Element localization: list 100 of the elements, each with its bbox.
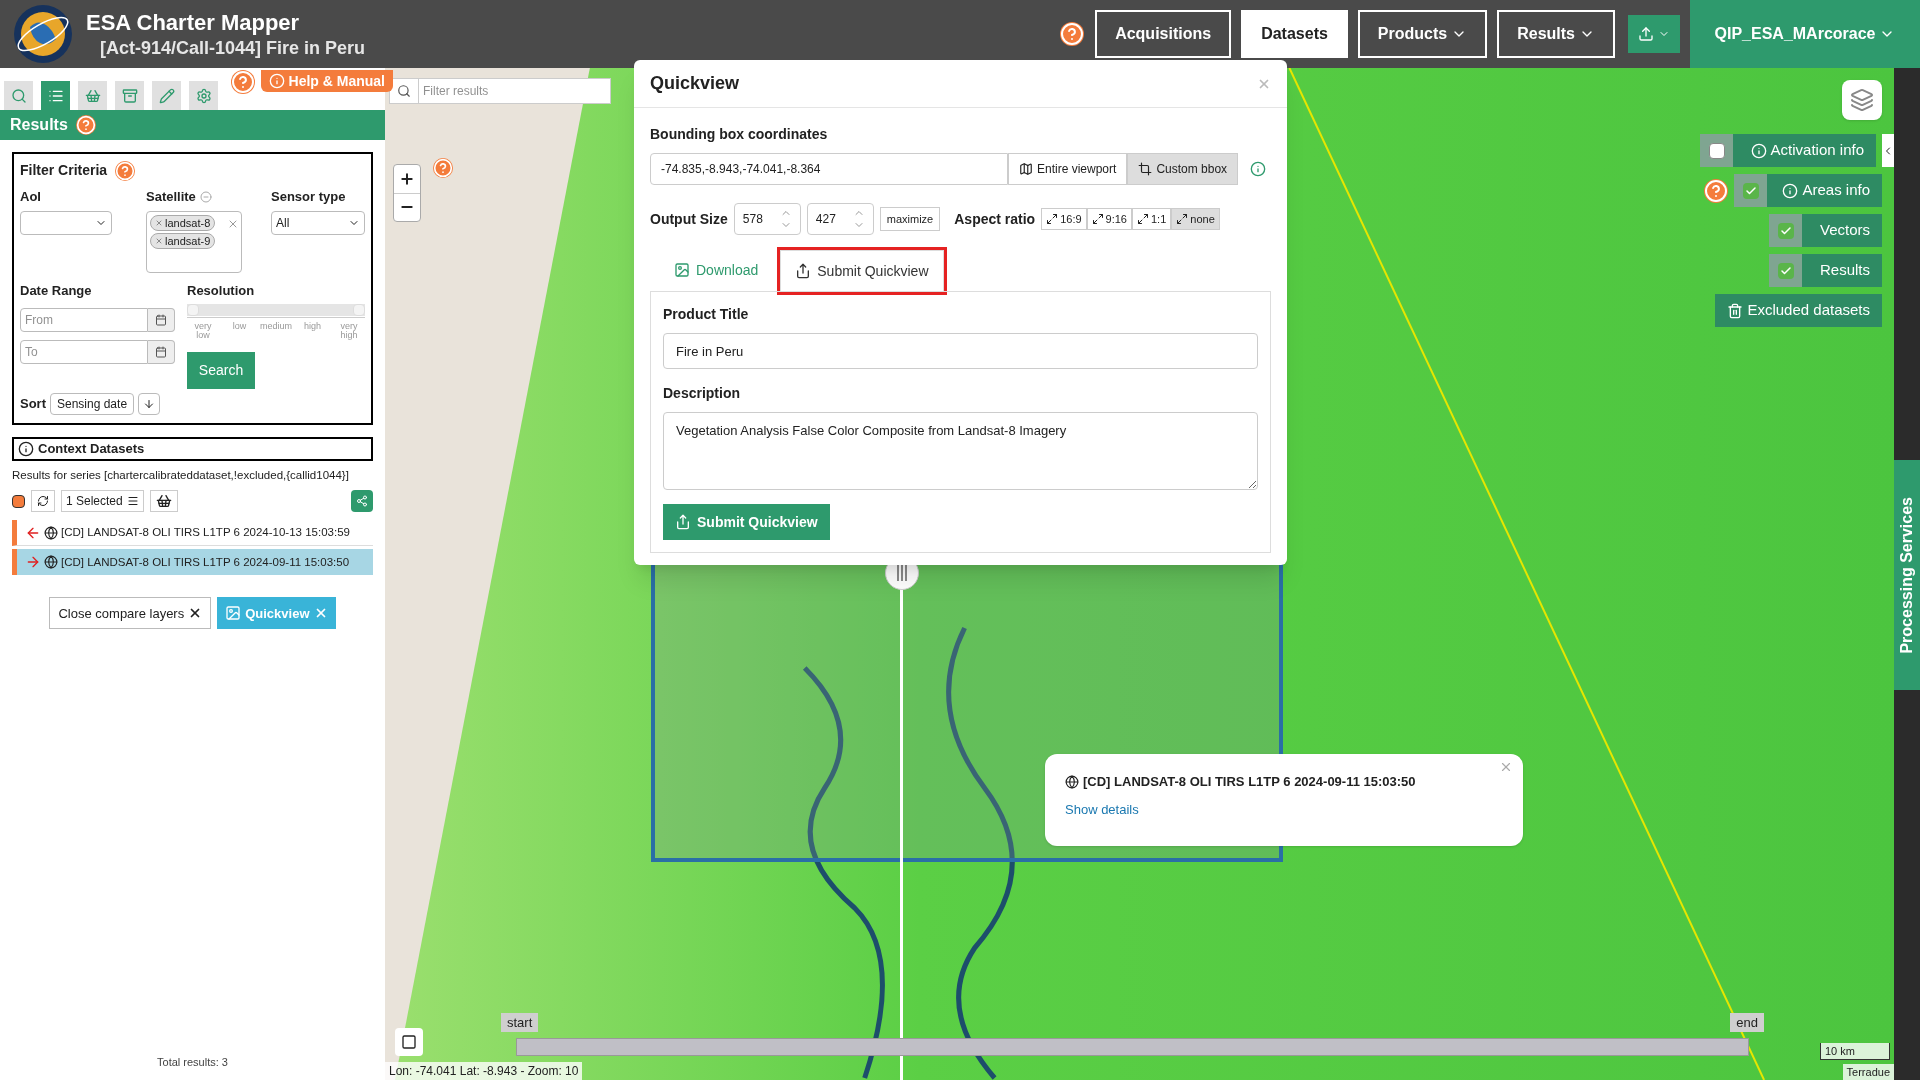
remove-icon[interactable] — [155, 236, 163, 245]
add-to-basket-button[interactable] — [149, 490, 178, 513]
field-label: Bounding box coordinates — [650, 125, 829, 144]
remove-icon[interactable] — [155, 218, 163, 227]
info-icon — [268, 73, 285, 89]
aspect-ratio-button[interactable]: 16:9 — [1041, 208, 1087, 230]
trash-icon — [1727, 302, 1744, 319]
field-label: Product Title — [663, 305, 750, 324]
info-icon[interactable] — [1250, 161, 1267, 177]
aoi-select[interactable] — [20, 210, 112, 235]
nav-button[interactable]: Acquisitions — [1095, 10, 1232, 58]
layer-toggle-button[interactable]: Results — [1802, 254, 1882, 287]
aspect-ratio-button[interactable]: none — [1171, 208, 1220, 230]
sidebar-tab[interactable] — [189, 81, 218, 110]
sidebar-tab[interactable] — [41, 81, 70, 110]
collapse-tab[interactable] — [1882, 134, 1894, 167]
date-field[interactable]: From — [20, 308, 148, 332]
sidebar-tab[interactable] — [152, 81, 181, 110]
timeline-bar[interactable] — [516, 1038, 1749, 1056]
layer-toggle-button[interactable]: Areas info — [1767, 174, 1882, 207]
slider-tick-label: medium — [260, 322, 292, 333]
submit-quickview-button[interactable]: Submit Quickview — [663, 504, 830, 540]
field-label: Description — [663, 384, 741, 403]
search-button[interactable]: Search — [187, 352, 255, 389]
number-field[interactable]: 578 — [733, 203, 801, 235]
refresh-button[interactable] — [31, 490, 55, 513]
layer-checkbox[interactable] — [1708, 142, 1725, 159]
layers-button[interactable] — [1842, 80, 1882, 120]
search-filter-field[interactable]: Filter results — [419, 78, 611, 104]
app-title: ESA Charter Mapper — [86, 9, 301, 37]
sidebar-tab[interactable] — [115, 81, 144, 110]
sort-select[interactable]: Sensing date — [50, 393, 135, 415]
layer-checkbox[interactable] — [1777, 222, 1794, 239]
close-compare-button[interactable]: Close compare layers — [49, 597, 212, 630]
slider-tick-label: high — [303, 322, 322, 333]
resize-icon — [1091, 213, 1104, 225]
dataset-row[interactable]: [CD] LANDSAT-8 OLI TIRS L1TP 6 2024-09-11 15:03:50 — [12, 549, 373, 576]
select-all-checkbox[interactable] — [12, 494, 25, 508]
resize-icon — [1137, 213, 1149, 225]
field-label: Sensor type — [271, 188, 347, 206]
bbox-mode-button[interactable]: Custom bbox — [1127, 153, 1239, 185]
description-field[interactable]: Vegetation Analysis False Color Composite from Landsat-8 Imagery — [663, 412, 1258, 490]
dataset-row[interactable]: [CD] LANDSAT-8 OLI TIRS L1TP 6 2024-10-13 15:03:59 — [12, 520, 373, 547]
processing-services-tab[interactable]: Processing Services — [1894, 460, 1920, 690]
close-icon[interactable] — [1499, 760, 1513, 774]
layer-checkbox[interactable] — [1777, 262, 1794, 279]
layer-checkbox[interactable] — [1742, 182, 1759, 199]
satellite-tag[interactable]: landsat-8 — [150, 214, 216, 231]
calendar-button[interactable] — [148, 340, 175, 364]
aspect-ratio-button[interactable]: 9:16 — [1086, 208, 1132, 230]
upload-button[interactable] — [1628, 15, 1680, 53]
image-icon — [225, 605, 242, 622]
show-details-link[interactable]: Show details — [1065, 799, 1139, 819]
calendar-button[interactable] — [148, 308, 175, 332]
aspect-ratio-button[interactable]: 1:1 — [1132, 208, 1172, 230]
nav-button[interactable]: Datasets — [1241, 10, 1348, 58]
help-icon[interactable] — [1060, 22, 1085, 46]
zoom-in-icon[interactable] — [399, 170, 415, 187]
maximize-button[interactable]: maximize — [879, 207, 941, 231]
layer-toggle-button[interactable]: Vectors — [1802, 214, 1882, 247]
search-icon — [397, 84, 411, 98]
minus-icon[interactable] — [199, 190, 212, 203]
check-icon — [1779, 264, 1792, 277]
field-label: Resolution — [187, 281, 256, 300]
map-icon — [1019, 162, 1033, 176]
number-field[interactable]: 427 — [806, 203, 874, 235]
dialog-tab[interactable]: Submit Quickview — [780, 250, 944, 292]
resize-icon — [1046, 213, 1059, 225]
nav-button[interactable]: Results — [1497, 10, 1615, 58]
selection-menu-button[interactable]: 1 Selected — [61, 490, 144, 513]
crop-icon — [1138, 162, 1153, 176]
field-label: Sort — [20, 395, 46, 414]
field-label: Aspect ratio — [954, 209, 1036, 229]
check-icon — [1779, 224, 1792, 237]
nav-button[interactable]: Products — [1357, 10, 1488, 58]
share-button[interactable] — [351, 490, 373, 513]
bbox-field[interactable]: -74.835,-8.943,-74.041,-8.364 — [650, 153, 1008, 185]
satellite-tag[interactable]: landsat-9 — [150, 232, 216, 249]
sidebar-tab[interactable] — [4, 81, 33, 110]
measure-button[interactable] — [395, 1028, 423, 1056]
app-subtitle: [Act-914/Call-1044] Fire in Peru — [100, 36, 366, 59]
dialog-tab[interactable]: Download — [660, 249, 773, 291]
satellite-multiselect[interactable]: landsat-8 landsat-9 — [146, 210, 242, 273]
sort-direction-button[interactable] — [138, 393, 161, 415]
layers-icon — [1850, 88, 1874, 112]
sidebar-tab[interactable] — [78, 81, 107, 110]
section-title: Context Datasets — [38, 440, 145, 459]
slider-tick-label: very low — [193, 322, 213, 340]
user-menu[interactable]: QIP_ESA_MArcorace — [1690, 0, 1920, 68]
layer-toggle-button[interactable]: Activation info — [1733, 134, 1876, 167]
sensor-select[interactable]: All — [271, 210, 365, 235]
search-icon — [10, 87, 27, 104]
excluded-datasets-button[interactable]: Excluded datasets — [1715, 294, 1882, 327]
archive-icon — [121, 87, 138, 104]
date-field[interactable]: To — [20, 340, 148, 364]
grip-icon — [897, 565, 907, 581]
panel-title: Results — [10, 115, 68, 135]
bbox-mode-button[interactable]: Entire viewport — [1008, 153, 1128, 185]
basket-icon — [155, 493, 172, 510]
product-title-field[interactable]: Fire in Peru — [663, 333, 1258, 369]
